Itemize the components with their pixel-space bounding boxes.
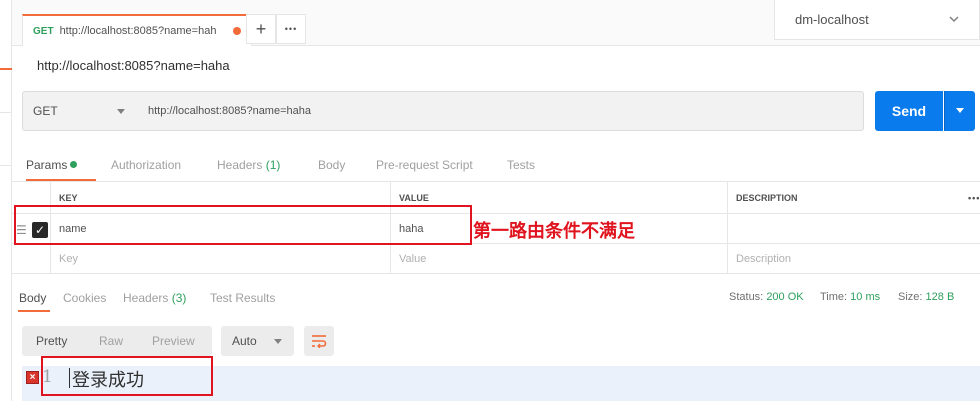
highlight-box-response [41, 356, 213, 396]
highlight-box-params [14, 205, 472, 245]
tab-tests[interactable]: Tests [507, 158, 535, 172]
format-type-selected: Auto [232, 334, 257, 348]
size-label: Size: [898, 291, 923, 303]
wrap-lines-button[interactable] [304, 326, 334, 356]
response-tab-cookies[interactable]: Cookies [63, 291, 106, 305]
unsaved-dot-icon [233, 27, 241, 35]
format-toggle-group: Pretty Raw Preview [22, 326, 212, 356]
size-value: 128 B [925, 291, 955, 303]
request-tabs: Params Authorization Headers (1) Body Pr… [12, 150, 980, 182]
tab-body[interactable]: Body [318, 158, 345, 172]
tab-options-button[interactable]: ••• [276, 14, 306, 44]
active-tab-underline [18, 310, 50, 312]
environment-selected: dm-localhost [795, 12, 869, 27]
tab-params-label: Params [26, 158, 68, 172]
request-tab[interactable]: GET http://localhost:8085?name=hah [22, 14, 252, 46]
request-tab-method: GET [33, 25, 54, 37]
caret-down-icon [274, 339, 282, 344]
response-tab-headers-label: Headers [123, 291, 169, 305]
environment-select[interactable]: dm-localhost [774, 0, 980, 40]
format-type-select[interactable]: Auto [221, 326, 294, 356]
send-options-button[interactable] [944, 91, 975, 131]
new-description-input[interactable]: Description [727, 244, 980, 273]
response-tab-headers[interactable]: Headers (3) [123, 291, 186, 305]
error-marker-icon: × [26, 371, 39, 384]
params-active-dot-icon [70, 161, 78, 168]
column-header-description: DESCRIPTION [727, 182, 960, 213]
status-value: 200 OK [766, 291, 804, 303]
response-tab-test-results[interactable]: Test Results [210, 291, 275, 305]
request-title[interactable]: http://localhost:8085?name=haha [37, 58, 230, 73]
new-value-input[interactable]: Value [390, 244, 727, 273]
format-preview-button[interactable]: Preview [152, 334, 195, 348]
wrap-lines-icon [312, 335, 327, 348]
sidebar-divider [0, 112, 12, 113]
send-button[interactable]: Send [875, 91, 943, 131]
method-select[interactable]: GET [22, 91, 138, 131]
tab-prerequest-script[interactable]: Pre-request Script [376, 158, 473, 172]
format-pretty-button[interactable]: Pretty [36, 334, 67, 348]
url-input[interactable]: http://localhost:8085?name=haha [137, 91, 864, 131]
status-label: Status: [729, 291, 764, 303]
table-row-empty: Key Value Description [12, 244, 980, 274]
method-selected: GET [33, 104, 58, 118]
response-tab-headers-count: (3) [171, 291, 187, 305]
sidebar-divider [0, 165, 12, 166]
column-options-button[interactable]: ••• [960, 182, 980, 213]
response-tab-body[interactable]: Body [19, 291, 46, 305]
sidebar-active-indicator [0, 68, 12, 70]
time-readout: Time: 10 ms [820, 291, 880, 303]
param-description-cell[interactable] [727, 214, 980, 243]
time-value: 10 ms [850, 291, 881, 303]
annotation-text: 第一路由条件不满足 [473, 221, 635, 242]
url-value: http://localhost:8085?name=haha [148, 105, 311, 117]
tab-authorization[interactable]: Authorization [111, 158, 181, 172]
time-label: Time: [820, 291, 848, 303]
tab-params[interactable]: Params [26, 158, 78, 172]
tab-headers-label: Headers [217, 158, 263, 172]
active-tab-underline [26, 179, 96, 181]
status-readout: Status: 200 OK [729, 291, 804, 303]
format-raw-button[interactable]: Raw [99, 334, 123, 348]
caret-down-icon [117, 109, 125, 114]
size-readout: Size: 128 B [898, 291, 954, 303]
response-tabs: Body Cookies Headers (3) Test Results St… [12, 283, 980, 313]
tab-headers-count: (1) [265, 158, 281, 172]
tab-headers[interactable]: Headers (1) [217, 158, 280, 172]
request-tab-url: http://localhost:8085?name=hah [59, 25, 217, 37]
new-tab-button[interactable]: + [246, 14, 276, 44]
sidebar-collapsed [0, 0, 12, 401]
chevron-down-icon [949, 16, 959, 23]
new-key-input[interactable]: Key [50, 244, 390, 273]
